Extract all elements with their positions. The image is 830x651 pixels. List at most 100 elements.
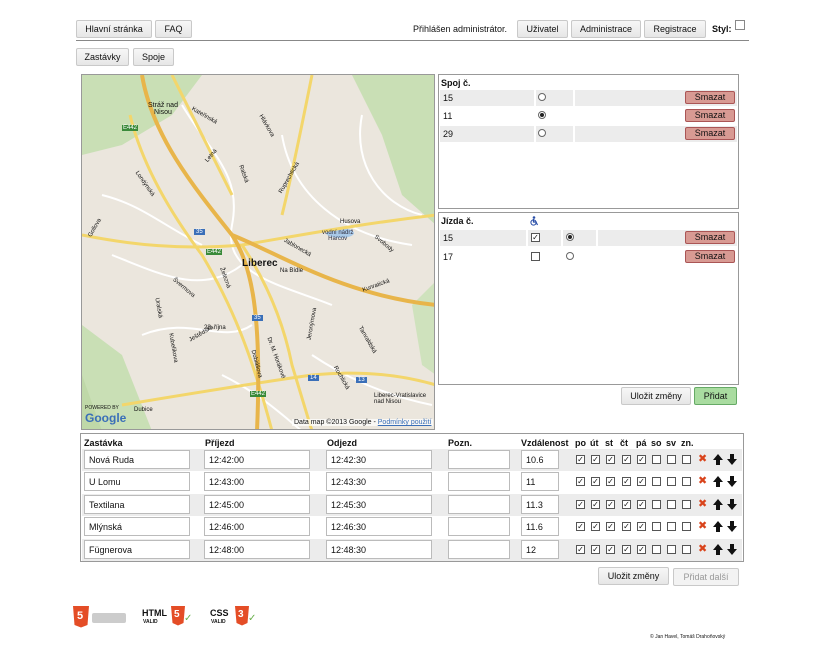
- day-checkbox-sv[interactable]: [667, 500, 676, 509]
- note-input[interactable]: [448, 540, 510, 559]
- arrival-input[interactable]: 12:45:00: [204, 495, 310, 514]
- move-down-icon[interactable]: [727, 476, 737, 487]
- day-checkbox-út[interactable]: ✓: [591, 455, 600, 464]
- jizda-accessible-checkbox[interactable]: ✓: [531, 233, 540, 242]
- move-up-icon[interactable]: [713, 499, 723, 510]
- jizda-radio[interactable]: [566, 252, 574, 260]
- move-down-icon[interactable]: [727, 544, 737, 555]
- day-checkbox-čt[interactable]: ✓: [622, 545, 631, 554]
- stop-name-input[interactable]: U Lomu: [84, 472, 190, 491]
- day-checkbox-so[interactable]: [652, 522, 661, 531]
- day-checkbox-út[interactable]: ✓: [591, 500, 600, 509]
- day-checkbox-pá[interactable]: ✓: [637, 522, 646, 531]
- distance-input[interactable]: 11: [521, 472, 559, 491]
- day-checkbox-sv[interactable]: [667, 477, 676, 486]
- day-checkbox-sv[interactable]: [667, 522, 676, 531]
- spoj-radio[interactable]: [538, 129, 546, 137]
- day-checkbox-sv[interactable]: [667, 455, 676, 464]
- map-terms-link[interactable]: Podmínky použití: [378, 419, 432, 426]
- note-input[interactable]: [448, 450, 510, 469]
- jizda-radio[interactable]: [566, 233, 574, 241]
- distance-input[interactable]: 12: [521, 540, 559, 559]
- distance-input[interactable]: 11.6: [521, 517, 559, 536]
- save-stops-button[interactable]: Uložit změny: [598, 567, 669, 585]
- spoj-delete-button[interactable]: Smazat: [685, 91, 735, 104]
- subnav-stops-button[interactable]: Zastávky: [76, 48, 129, 66]
- move-down-icon[interactable]: [727, 499, 737, 510]
- day-checkbox-po[interactable]: ✓: [576, 545, 585, 554]
- spoj-row[interactable]: 29 Smazat: [440, 126, 737, 142]
- day-checkbox-čt[interactable]: ✓: [622, 477, 631, 486]
- arrival-input[interactable]: 12:42:00: [204, 450, 310, 469]
- day-checkbox-pá[interactable]: ✓: [637, 545, 646, 554]
- add-button[interactable]: Přidat: [694, 387, 737, 405]
- stop-name-input[interactable]: Textilana: [84, 495, 190, 514]
- distance-input[interactable]: 10.6: [521, 450, 559, 469]
- nav-register-button[interactable]: Registrace: [644, 20, 706, 38]
- day-checkbox-po[interactable]: ✓: [576, 522, 585, 531]
- departure-input[interactable]: 12:43:30: [326, 472, 432, 491]
- move-up-icon[interactable]: [713, 476, 723, 487]
- day-checkbox-so[interactable]: [652, 455, 661, 464]
- day-checkbox-st[interactable]: ✓: [606, 545, 615, 554]
- day-checkbox-út[interactable]: ✓: [591, 545, 600, 554]
- spoj-delete-button[interactable]: Smazat: [685, 127, 735, 140]
- arrival-input[interactable]: 12:48:00: [204, 540, 310, 559]
- distance-input[interactable]: 11.3: [521, 495, 559, 514]
- add-next-button[interactable]: Přidat další: [673, 568, 739, 586]
- spoj-row[interactable]: 15 Smazat: [440, 90, 737, 106]
- arrival-input[interactable]: 12:46:00: [204, 517, 310, 536]
- departure-input[interactable]: 12:45:30: [326, 495, 432, 514]
- day-checkbox-út[interactable]: ✓: [591, 477, 600, 486]
- day-checkbox-zn.[interactable]: [682, 545, 691, 554]
- arrival-input[interactable]: 12:43:00: [204, 472, 310, 491]
- day-checkbox-pá[interactable]: ✓: [637, 500, 646, 509]
- stop-name-input[interactable]: Fügnerova: [84, 540, 190, 559]
- jizda-row[interactable]: 17 Smazat: [440, 249, 737, 265]
- note-input[interactable]: [448, 517, 510, 536]
- day-checkbox-čt[interactable]: ✓: [622, 455, 631, 464]
- nav-faq-button[interactable]: FAQ: [155, 20, 192, 38]
- spoj-radio[interactable]: [538, 93, 546, 101]
- day-checkbox-so[interactable]: [652, 477, 661, 486]
- jizda-delete-button[interactable]: Smazat: [685, 250, 735, 263]
- day-checkbox-zn.[interactable]: [682, 477, 691, 486]
- jizda-row[interactable]: 15 ✓ Smazat: [440, 230, 737, 246]
- note-input[interactable]: [448, 495, 510, 514]
- departure-input[interactable]: 12:48:30: [326, 540, 432, 559]
- delete-stop-icon[interactable]: ✖: [698, 521, 707, 532]
- day-checkbox-st[interactable]: ✓: [606, 522, 615, 531]
- stop-name-input[interactable]: Nová Ruda: [84, 450, 190, 469]
- move-down-icon[interactable]: [727, 454, 737, 465]
- note-input[interactable]: [448, 472, 510, 491]
- day-checkbox-po[interactable]: ✓: [576, 477, 585, 486]
- move-up-icon[interactable]: [713, 454, 723, 465]
- stop-name-input[interactable]: Mlýnská: [84, 517, 190, 536]
- subnav-connections-button[interactable]: Spoje: [133, 48, 174, 66]
- save-changes-button[interactable]: Uložit změny: [621, 387, 691, 405]
- day-checkbox-čt[interactable]: ✓: [622, 522, 631, 531]
- style-checkbox[interactable]: [735, 20, 745, 30]
- day-checkbox-pá[interactable]: ✓: [637, 455, 646, 464]
- departure-input[interactable]: 12:42:30: [326, 450, 432, 469]
- jizda-delete-button[interactable]: Smazat: [685, 231, 735, 244]
- day-checkbox-út[interactable]: ✓: [591, 522, 600, 531]
- delete-stop-icon[interactable]: ✖: [698, 544, 707, 555]
- day-checkbox-zn.[interactable]: [682, 522, 691, 531]
- day-checkbox-sv[interactable]: [667, 545, 676, 554]
- delete-stop-icon[interactable]: ✖: [698, 476, 707, 487]
- delete-stop-icon[interactable]: ✖: [698, 454, 707, 465]
- day-checkbox-po[interactable]: ✓: [576, 500, 585, 509]
- move-down-icon[interactable]: [727, 521, 737, 532]
- route-map[interactable]: Stráž nad Nisou Liberec vodní nádrž Harc…: [81, 74, 435, 430]
- day-checkbox-po[interactable]: ✓: [576, 455, 585, 464]
- spoj-row[interactable]: 11 Smazat: [440, 108, 737, 124]
- jizda-accessible-checkbox[interactable]: [531, 252, 540, 261]
- day-checkbox-zn.[interactable]: [682, 500, 691, 509]
- day-checkbox-st[interactable]: ✓: [606, 455, 615, 464]
- spoj-radio[interactable]: [538, 111, 546, 119]
- move-up-icon[interactable]: [713, 544, 723, 555]
- nav-admin-button[interactable]: Administrace: [571, 20, 641, 38]
- day-checkbox-so[interactable]: [652, 545, 661, 554]
- nav-user-button[interactable]: Uživatel: [517, 20, 568, 38]
